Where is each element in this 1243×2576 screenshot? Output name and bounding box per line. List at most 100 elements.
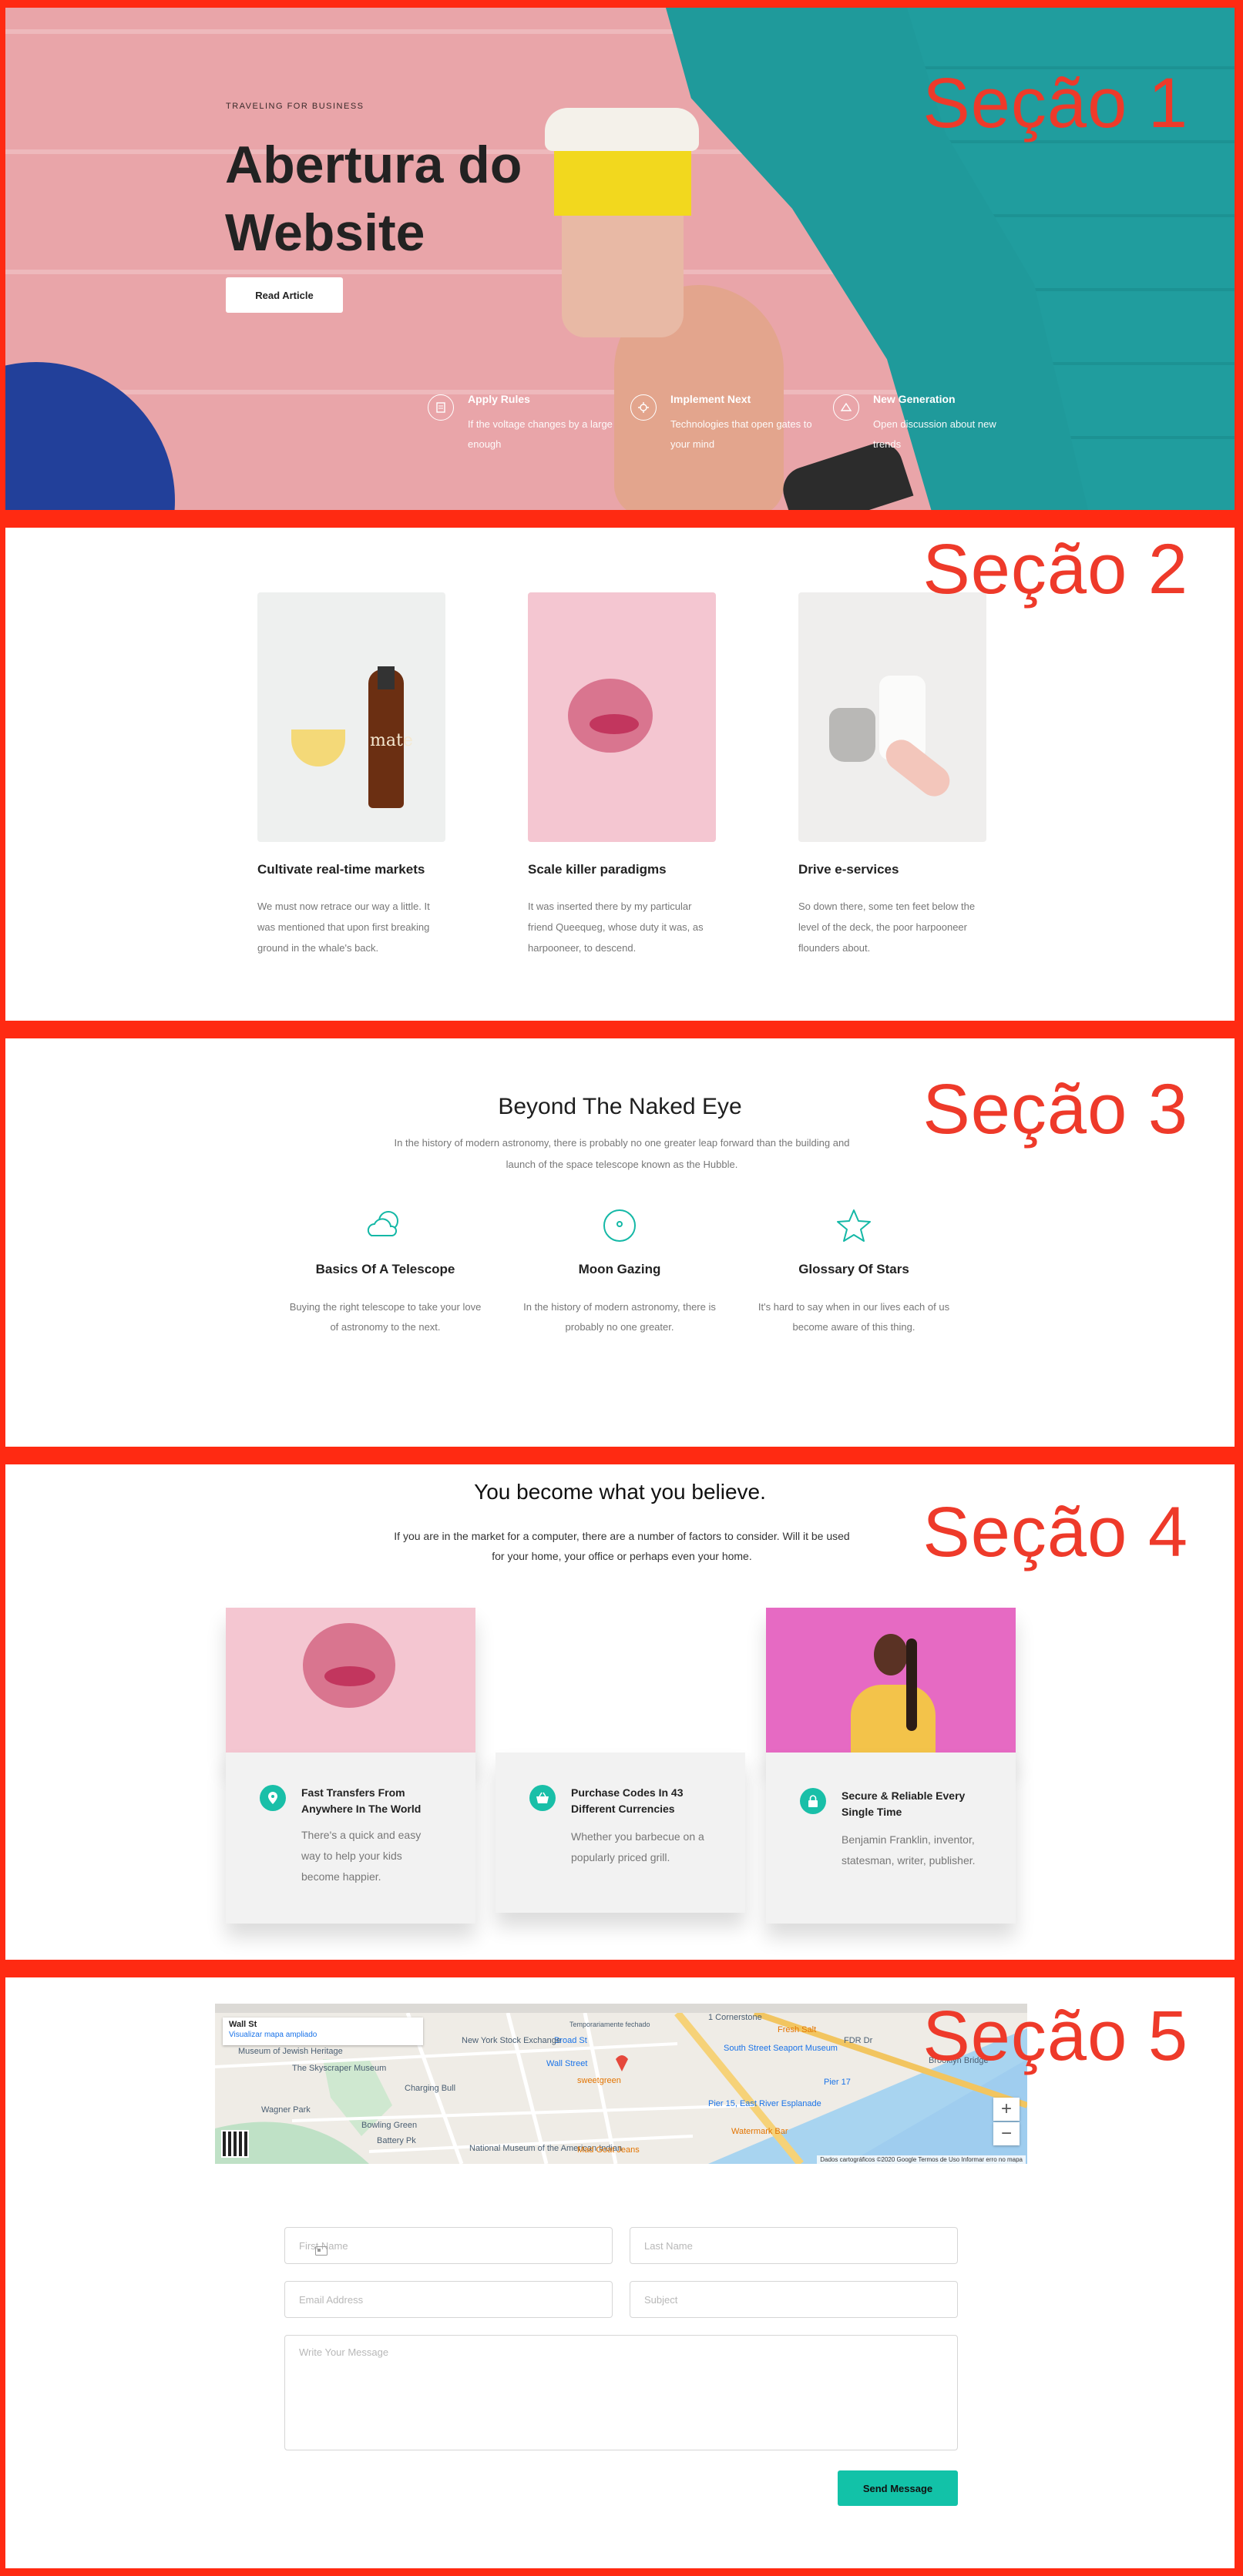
basket-icon <box>529 1785 556 1811</box>
map-label: Temporariamente fechado <box>569 2021 650 2028</box>
hero-feature: Implement Next Technologies that open ga… <box>630 393 815 454</box>
map-label: sweetgreen <box>577 2076 621 2085</box>
send-message-button[interactable]: Send Message <box>838 2470 958 2506</box>
map-label: Museum of Jewish Heritage <box>238 2047 343 2056</box>
section-label-3: Seção 3 <box>922 1070 1188 1149</box>
hero-title: Abertura do Website <box>225 136 522 262</box>
feature-desc: Buying the right telescope to take your … <box>289 1301 482 1333</box>
map-place-name: Wall St <box>229 2020 257 2029</box>
map-label: Battery Pk <box>377 2136 416 2145</box>
card-desc: It was inserted there by my particular f… <box>528 901 704 954</box>
feature-card-title: Fast Transfers From Anywhere In The Worl… <box>301 1786 422 1815</box>
feature-title: Moon Gazing <box>578 1262 661 1276</box>
feature-card-title: Secure & Reliable Every Single Time <box>842 1789 966 1818</box>
map-label: Watermark Bar <box>731 2127 788 2136</box>
map-label: 1 Cornerstone <box>708 2013 762 2022</box>
contact-card-icon <box>315 2246 328 2258</box>
feature-card: Secure & Reliable Every Single Time Benj… <box>766 1753 1016 1924</box>
bottle-label: mate <box>370 731 413 750</box>
bottle-image: mate <box>257 592 445 842</box>
astronomy-section: Seção 3 Beyond The Naked Eye In the hist… <box>5 1038 1235 1447</box>
believe-section: Seção 4 You become what you believe. If … <box>5 1464 1235 1960</box>
section-label-1: Seção 1 <box>922 64 1188 143</box>
first-name-field[interactable] <box>284 2227 613 2264</box>
hero-feature-desc: Open discussion about new trends <box>873 418 996 450</box>
feature-card-title: Purchase Codes In 43 Different Currencie… <box>571 1786 684 1815</box>
woman-jacket <box>851 1685 936 1753</box>
woman-image <box>766 1608 1016 1753</box>
hero-eyebrow: TRAVELING FOR BUSINESS <box>226 102 365 111</box>
feature-card-desc: Benjamin Franklin, inventor, statesman, … <box>842 1833 976 1867</box>
map-label: New York Stock Exchange <box>462 2036 562 2045</box>
product-card: Scale killer paradigms It was inserted t… <box>528 592 716 958</box>
moon-icon <box>523 1208 716 1243</box>
feature-card <box>766 1608 1016 1762</box>
rules-icon <box>428 394 454 421</box>
bottle-cap <box>378 666 395 689</box>
read-article-button[interactable]: Read Article <box>226 277 343 313</box>
section-label-2: Seção 2 <box>922 530 1188 609</box>
location-pin-icon <box>260 1785 286 1811</box>
lips-shape <box>590 714 639 734</box>
map-label: Pier 17 <box>824 2078 851 2087</box>
map-label: Pier 15, East River Esplanade <box>708 2099 821 2108</box>
feature-card-desc: Whether you barbecue on a popularly pric… <box>571 1830 704 1863</box>
hero-feature: Apply Rules If the voltage changes by a … <box>428 393 613 454</box>
feature-card <box>226 1608 475 1762</box>
product-card: Drive e-services So down there, some ten… <box>798 592 986 958</box>
lips-image <box>528 592 716 842</box>
subject-field[interactable] <box>630 2281 958 2318</box>
last-name-field[interactable] <box>630 2227 958 2264</box>
hero-feature-title: Apply Rules <box>468 393 530 405</box>
feature-card-desc: There's a quick and easy way to help you… <box>301 1829 422 1883</box>
cup-body-image <box>562 214 684 337</box>
cloud-sun-icon <box>289 1208 482 1243</box>
glass-image <box>291 730 345 766</box>
woman-braid <box>906 1639 917 1731</box>
vase-grey <box>829 708 875 762</box>
google-map[interactable]: Wall St Visualizar mapa ampliado The Sky… <box>215 2004 1027 2164</box>
hero-feature-title: New Generation <box>873 393 956 405</box>
map-label: Wagner Park <box>261 2105 311 2115</box>
section-label-4: Seção 4 <box>922 1493 1188 1571</box>
map-label: South Street Seaport Museum <box>724 2044 838 2053</box>
astronomy-feature: Basics Of A Telescope Buying the right t… <box>289 1208 482 1337</box>
map-footer: Dados cartográficos ©2020 Google Termos … <box>817 2155 1026 2164</box>
map-label: Wall Street <box>546 2059 588 2068</box>
map-enlarge-link[interactable]: Visualizar mapa ampliado <box>229 2031 417 2039</box>
map-zoom-out-button[interactable]: − <box>993 2122 1020 2145</box>
paper-tear <box>303 1623 395 1708</box>
map-place-card: Wall St Visualizar mapa ampliado <box>223 2018 423 2045</box>
feature-desc: In the history of modern astronomy, ther… <box>523 1301 716 1333</box>
product-card: mate Cultivate real-time markets We must… <box>257 592 445 958</box>
card-title: Drive e-services <box>798 862 899 877</box>
email-field[interactable] <box>284 2281 613 2318</box>
message-field[interactable] <box>284 2335 958 2450</box>
map-qr-icon <box>221 2130 249 2158</box>
lips-shape <box>324 1666 375 1686</box>
lock-icon <box>800 1788 826 1814</box>
feature-card: Fast Transfers From Anywhere In The Worl… <box>226 1753 475 1924</box>
card-title: Cultivate real-time markets <box>257 862 425 877</box>
section-label-5: Seção 5 <box>922 1997 1188 2075</box>
feature-title: Glossary Of Stars <box>798 1262 909 1276</box>
map-label: Bowling Green <box>361 2121 418 2130</box>
section-subtitle: In the history of modern astronomy, ther… <box>394 1137 850 1170</box>
map-label: The Skyscraper Museum <box>292 2064 387 2073</box>
feature-desc: It's hard to say when in our lives each … <box>758 1301 950 1333</box>
star-icon <box>758 1208 950 1243</box>
card-desc: We must now retrace our way a little. It… <box>257 901 430 954</box>
hero-feature: New Generation Open discussion about new… <box>833 393 1018 454</box>
map-label: FDR Dr <box>844 2036 873 2045</box>
card-title: Scale killer paradigms <box>528 862 667 877</box>
section-subtitle: If you are in the market for a computer,… <box>394 1530 850 1562</box>
hero-feature-desc: Technologies that open gates to your min… <box>670 418 812 450</box>
map-zoom-in-button[interactable]: + <box>993 2098 1020 2121</box>
map-label: Mad Goat Jeans <box>577 2145 640 2155</box>
hero-section: Seção 1 TRAVELING FOR BUSINESS Abertura … <box>5 8 1235 510</box>
implement-icon <box>630 394 657 421</box>
feature-card: Purchase Codes In 43 Different Currencie… <box>496 1753 745 1913</box>
feature-title: Basics Of A Telescope <box>315 1262 455 1276</box>
astronomy-feature: Moon Gazing In the history of modern ast… <box>523 1208 716 1337</box>
cards-section: Seção 2 mate Cultivate real-time markets… <box>5 528 1235 1021</box>
